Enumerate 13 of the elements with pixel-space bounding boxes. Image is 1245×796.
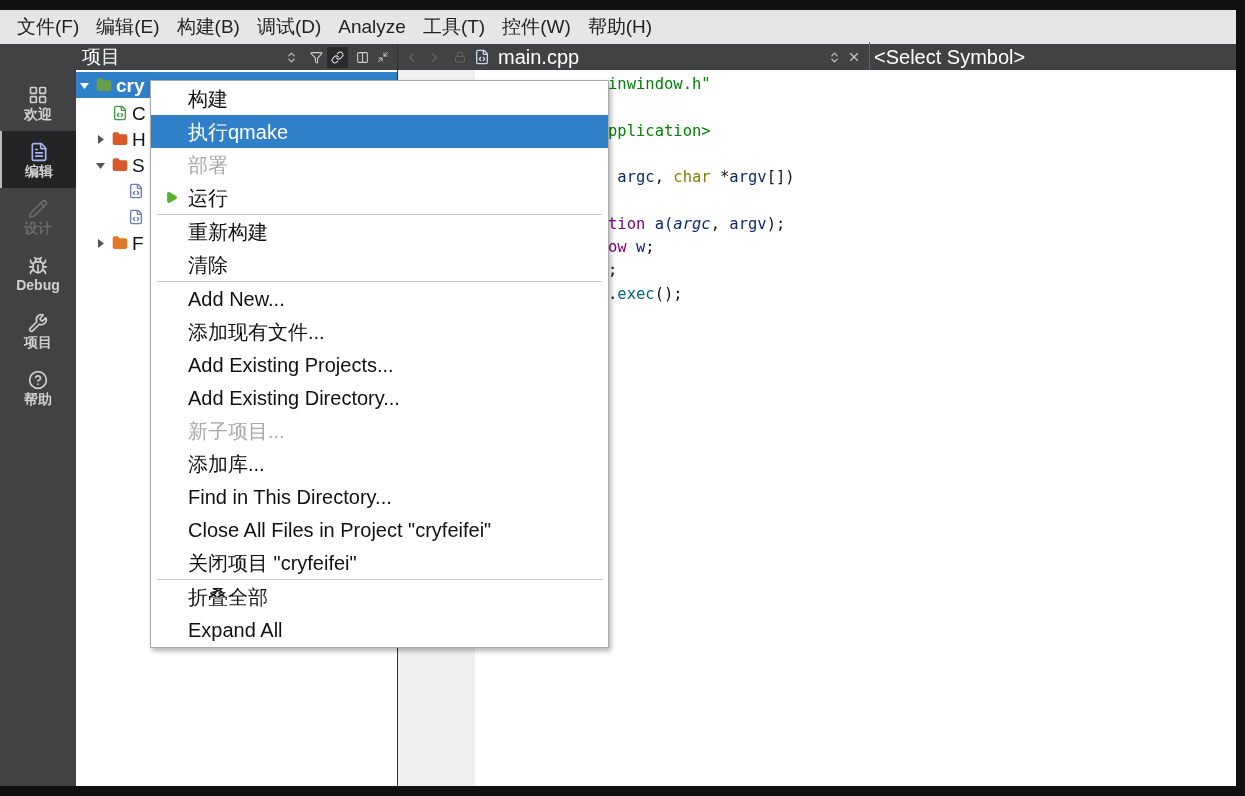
- code-line: argc, char *argv[]): [616, 167, 795, 189]
- code-line: ow w;: [608, 237, 655, 259]
- code-line: pplication>: [608, 120, 711, 142]
- code-line: .exec();: [608, 283, 683, 305]
- tree-item-label: C: [132, 103, 146, 123]
- tree-item-label: cry: [116, 75, 145, 95]
- code-line: tion a(argc, argv);: [608, 213, 786, 235]
- tree-item-label: H: [132, 129, 146, 149]
- code-line: inwindow.h": [608, 74, 711, 95]
- panel-title: 项目: [82, 44, 121, 69]
- code-line: ;: [608, 260, 618, 282]
- tree-item-label: F: [132, 233, 144, 253]
- tree-item-label: S: [132, 155, 145, 175]
